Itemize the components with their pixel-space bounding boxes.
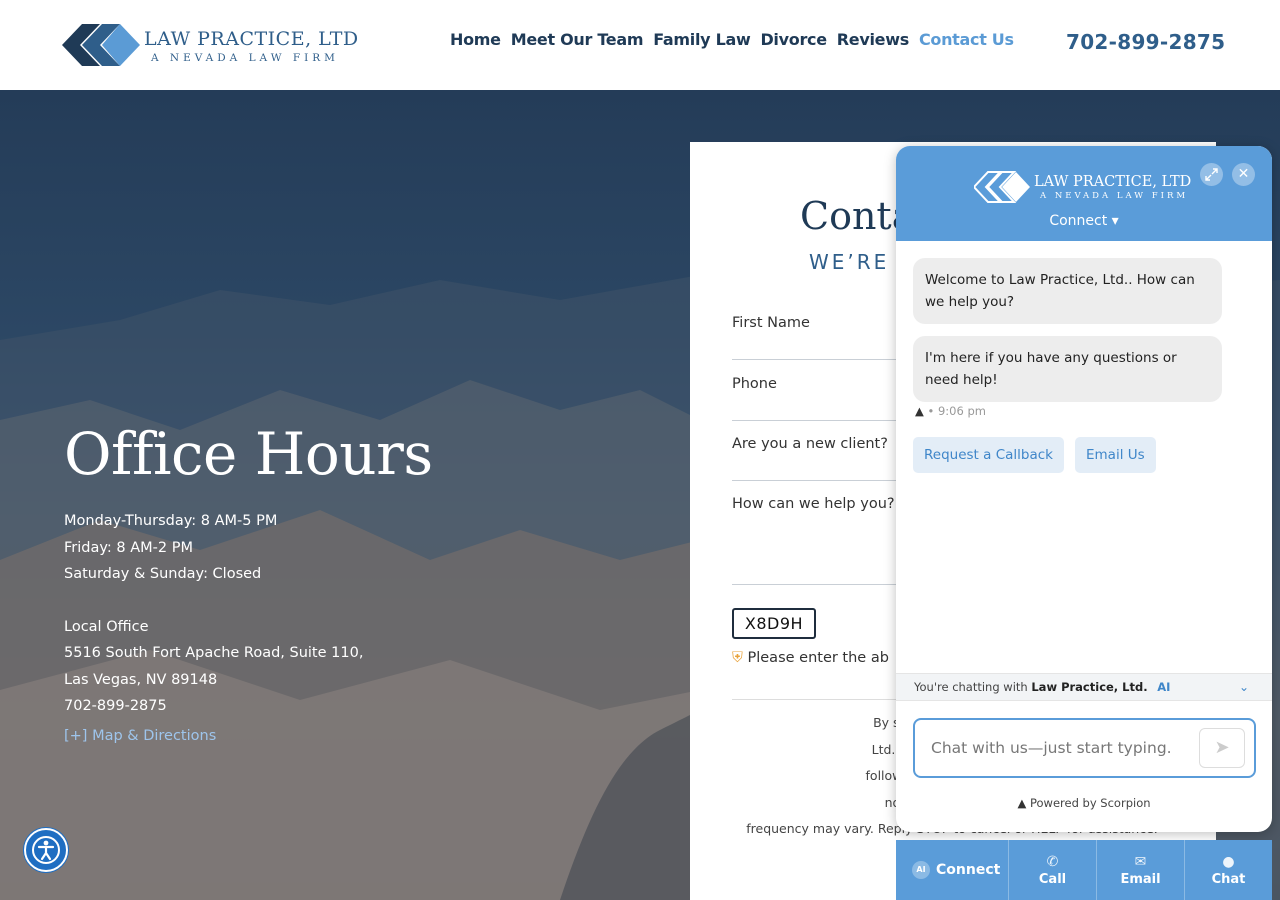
- map-directions-link[interactable]: [+] Map & Directions: [64, 728, 433, 744]
- status-name: Law Practice, Ltd.: [1031, 680, 1148, 694]
- logo-title: LAW PRACTICE, LTD: [144, 28, 359, 50]
- office-address-line2: Las Vegas, NV 89148: [64, 671, 218, 688]
- chat-connect-dropdown[interactable]: Connect ▾: [896, 213, 1272, 229]
- chat-message-2: I'm here if you have any questions or ne…: [913, 336, 1222, 402]
- accessibility-icon: [32, 836, 60, 864]
- captcha-hint: ⛨ Please enter the ab: [732, 650, 889, 666]
- message-timestamp: 9:06 pm: [937, 404, 986, 418]
- chevron-logo-icon: [974, 171, 1030, 203]
- chevron-logo-icon: [62, 24, 140, 66]
- office-hours-title: Office Hours: [64, 420, 433, 488]
- send-icon: ➤: [1214, 737, 1230, 758]
- phone-icon: ✆: [1046, 854, 1059, 870]
- office-hours-details: Monday-Thursday: 8 AM-5 PM Friday: 8 AM-…: [64, 508, 433, 720]
- expand-button[interactable]: [1200, 163, 1223, 186]
- powered-by: ▲ Powered by Scorpion: [896, 796, 1272, 810]
- office-phone[interactable]: 702-899-2875: [64, 693, 433, 720]
- site-logo[interactable]: LAW PRACTICE, LTD A NEVADA LAW FIRM: [62, 22, 362, 68]
- office-address-line1: 5516 South Fort Apache Road, Suite 110,: [64, 645, 364, 661]
- main-nav: Home Meet Our Team Family Law Divorce Re…: [450, 30, 1014, 49]
- first-name-label: First Name: [732, 315, 810, 331]
- nav-meet-our-team[interactable]: Meet Our Team: [511, 30, 644, 49]
- nav-home[interactable]: Home: [450, 30, 501, 49]
- new-client-label: Are you a new client?: [732, 436, 888, 452]
- chevron-down-icon: ⌄: [1239, 680, 1250, 694]
- hours-mon-thu: Monday-Thursday: 8 AM-5 PM: [64, 513, 278, 529]
- site-header: LAW PRACTICE, LTD A NEVADA LAW FIRM Home…: [0, 0, 1280, 90]
- logo-subtitle: A NEVADA LAW FIRM: [151, 52, 339, 64]
- chat-button[interactable]: ● Chat: [1185, 840, 1272, 900]
- nav-reviews[interactable]: Reviews: [837, 30, 909, 49]
- connect-button[interactable]: AI Connect: [896, 840, 1009, 900]
- scorpion-icon: ▲: [1017, 796, 1027, 810]
- close-chat-button[interactable]: ✕: [1232, 163, 1255, 186]
- chat-icon: ●: [1222, 854, 1235, 870]
- chat-widget: LAW PRACTICE, LTD A NEVADA LAW FIRM ✕ Co…: [896, 146, 1272, 832]
- chat-message-1: Welcome to Law Practice, Ltd.. How can w…: [913, 258, 1222, 324]
- nav-divorce[interactable]: Divorce: [760, 30, 827, 49]
- chat-input[interactable]: Chat with us—just start typing. ➤: [913, 718, 1256, 778]
- status-prefix: You're chatting with: [914, 680, 1028, 694]
- email-label: Email: [1120, 872, 1161, 887]
- ai-icon: AI: [912, 861, 930, 879]
- help-message-label: How can we help you?: [732, 496, 895, 512]
- connect-label: Connect: [936, 862, 1001, 878]
- nav-family-law[interactable]: Family Law: [653, 30, 751, 49]
- hours-fri: Friday: 8 AM-2 PM: [64, 539, 193, 556]
- close-icon: ✕: [1237, 166, 1250, 182]
- nav-contact-us[interactable]: Contact Us: [919, 30, 1014, 49]
- hours-weekend: Saturday & Sunday: Closed: [64, 566, 262, 582]
- shield-icon: ⛨: [732, 650, 743, 666]
- phone-label: Phone: [732, 376, 777, 392]
- office-hours-section: Office Hours Monday-Thursday: 8 AM-5 PM …: [64, 420, 433, 744]
- accessibility-button[interactable]: [24, 828, 68, 872]
- email-us-button[interactable]: Email Us: [1075, 437, 1156, 473]
- chat-status-bar[interactable]: You're chatting with Law Practice, Ltd. …: [896, 673, 1272, 701]
- form-subtitle: WE’RE: [809, 250, 890, 274]
- message-meta: ▲ • 9:06 pm: [915, 404, 986, 418]
- scorpion-icon: ▲: [915, 404, 924, 418]
- captcha-hint-text: Please enter the ab: [747, 650, 889, 666]
- call-label: Call: [1038, 872, 1067, 887]
- chat-label: Chat: [1211, 872, 1246, 887]
- mail-icon: ✉: [1134, 854, 1147, 870]
- chat-logo-title: LAW PRACTICE, LTD: [1034, 174, 1192, 190]
- contact-bottom-bar: AI Connect ✆ Call ✉ Email ● Chat: [896, 840, 1272, 900]
- send-button[interactable]: ➤: [1199, 728, 1245, 768]
- captcha-code: X8D9H: [732, 608, 816, 639]
- chat-logo-subtitle: A NEVADA LAW FIRM: [1040, 191, 1189, 201]
- request-callback-button[interactable]: Request a Callback: [913, 437, 1064, 473]
- chat-header: LAW PRACTICE, LTD A NEVADA LAW FIRM ✕ Co…: [896, 146, 1272, 241]
- expand-icon: [1205, 168, 1218, 181]
- call-button[interactable]: ✆ Call: [1009, 840, 1097, 900]
- email-button[interactable]: ✉ Email: [1097, 840, 1185, 900]
- chat-input-placeholder: Chat with us—just start typing.: [931, 739, 1172, 757]
- office-location-label: Local Office: [64, 618, 149, 635]
- ai-icon: AI: [1157, 680, 1171, 694]
- powered-by-text: Powered by Scorpion: [1030, 796, 1151, 810]
- header-phone-link[interactable]: 702-899-2875: [1066, 30, 1225, 54]
